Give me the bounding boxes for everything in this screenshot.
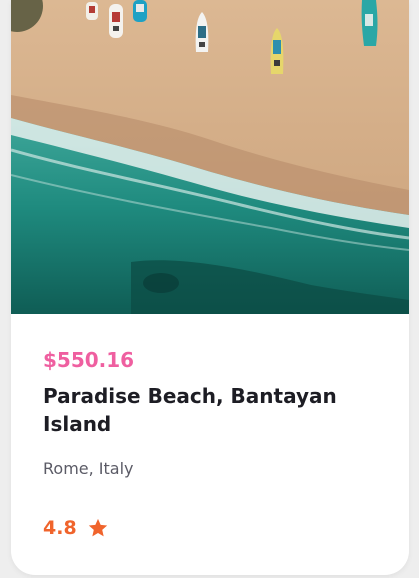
rating: 4.8 <box>43 517 109 539</box>
beach-photo <box>11 0 409 314</box>
card-info: $550.16 Paradise Beach, Bantayan Island … <box>11 314 409 575</box>
location-label: Rome, Italy <box>43 459 134 478</box>
star-icon <box>88 518 107 537</box>
beach-aerial-image <box>11 0 409 314</box>
boat <box>86 2 98 20</box>
rating-value: 4.8 <box>43 517 77 539</box>
price-label: $550.16 <box>43 348 135 372</box>
destination-title[interactable]: Paradise Beach, Bantayan Island <box>43 382 373 438</box>
destination-card[interactable]: $550.16 Paradise Beach, Bantayan Island … <box>11 0 409 575</box>
